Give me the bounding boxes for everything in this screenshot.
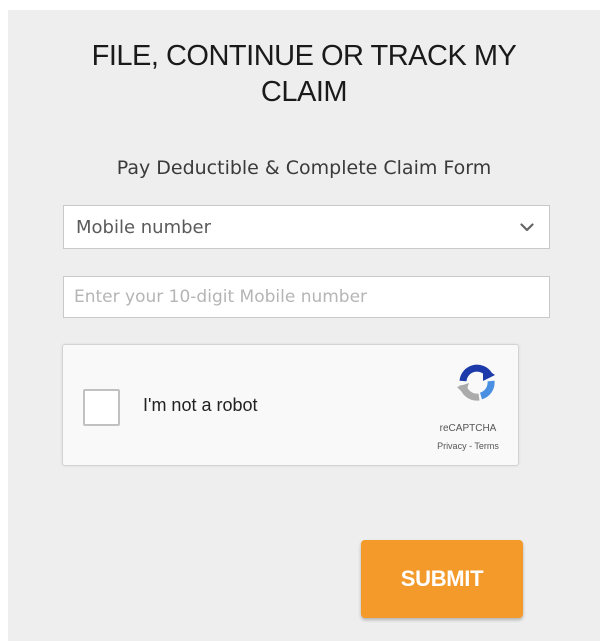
submit-button[interactable]: SUBMIT (361, 540, 523, 618)
recaptcha-links: Privacy - Terms (428, 441, 508, 451)
recaptcha-terms-link[interactable]: Terms (474, 441, 499, 451)
form-title-line-2: CLAIM (260, 76, 348, 108)
mobile-number-input[interactable] (63, 276, 550, 318)
lookup-type-selected-value: Mobile number (76, 216, 212, 238)
claim-form-panel: FILE, CONTINUE OR TRACK MY CLAIM Pay Ded… (8, 10, 600, 641)
chevron-down-icon (517, 217, 537, 237)
lookup-type-select[interactable]: Mobile number (63, 205, 550, 249)
form-subtitle: Pay Deductible & Complete Claim Form (116, 157, 492, 179)
recaptcha-checkbox[interactable] (83, 389, 120, 426)
form-title-line-1: FILE, CONTINUE OR TRACK MY (91, 40, 517, 72)
recaptcha-logo-icon (453, 359, 501, 407)
recaptcha-brand: reCAPTCHA (439, 423, 497, 434)
recaptcha-privacy-link[interactable]: Privacy (437, 441, 467, 451)
form-title: FILE, CONTINUE OR TRACK MY CLAIM (30, 38, 578, 110)
recaptcha-widget: I'm not a robot reCAPTCHA Privacy - Term… (62, 344, 519, 466)
recaptcha-label: I'm not a robot (143, 395, 258, 415)
